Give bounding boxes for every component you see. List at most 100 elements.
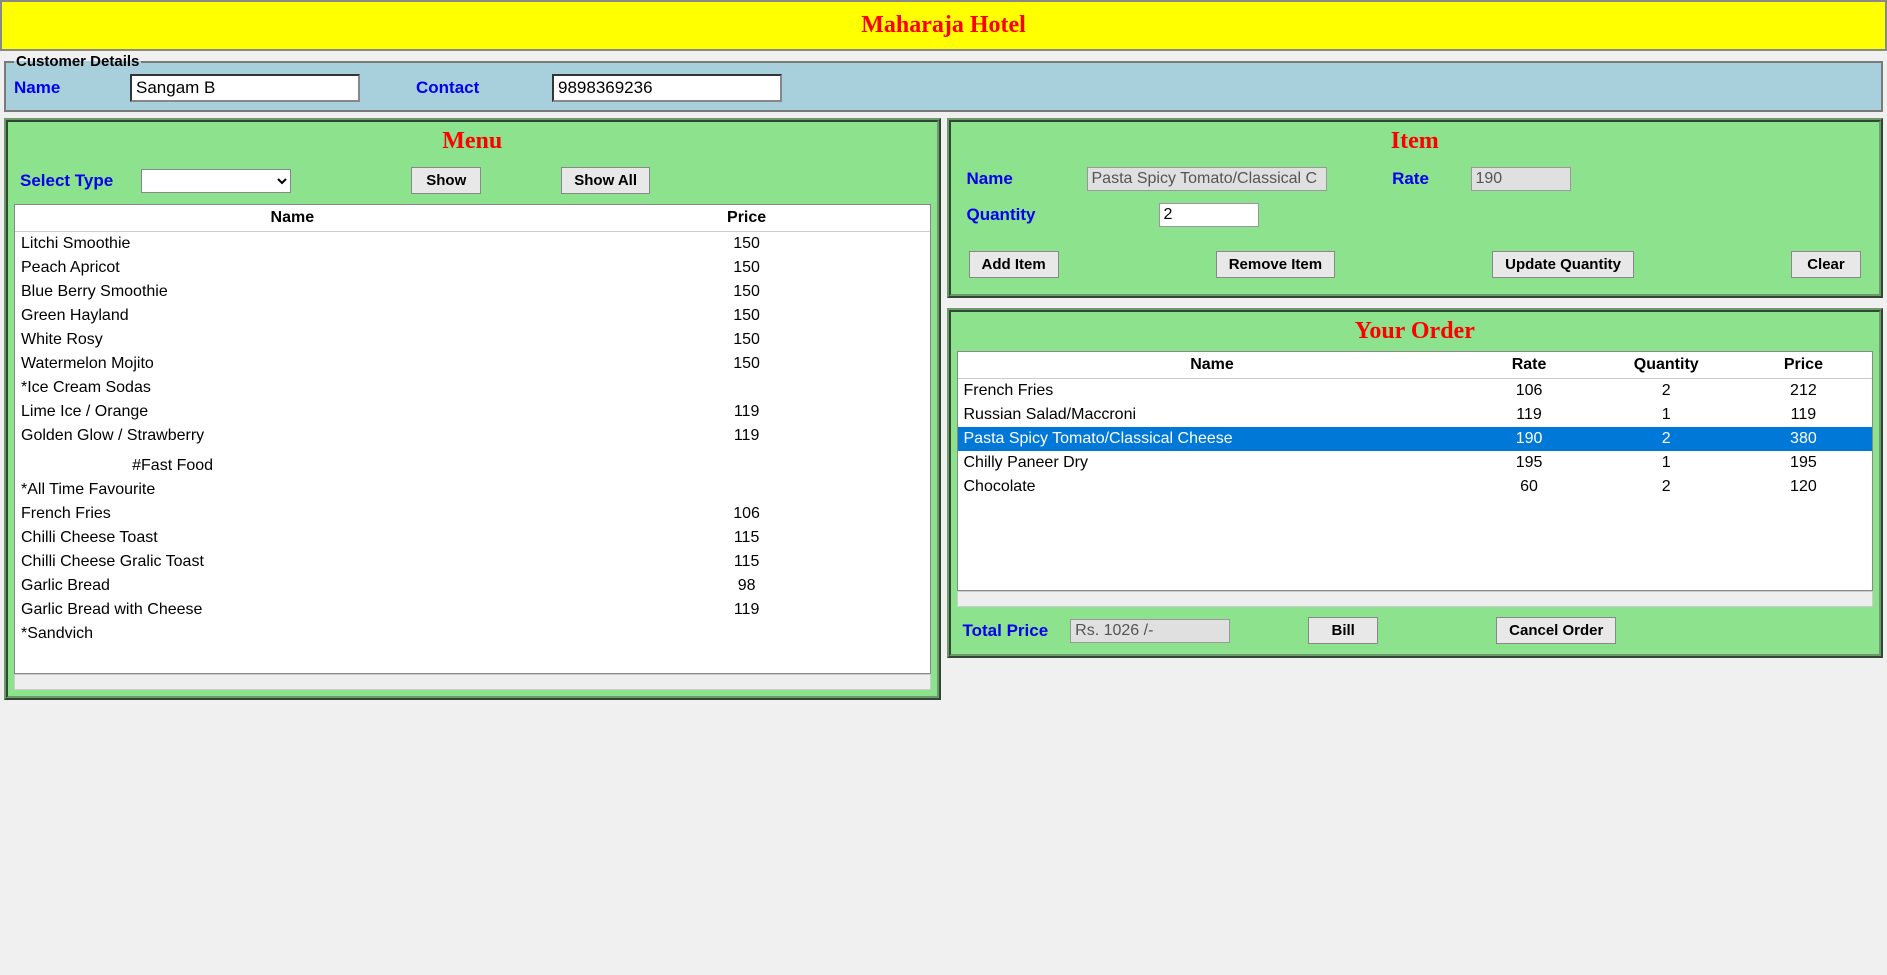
menu-row-price: 150 <box>564 331 930 349</box>
item-rate-field: 190 <box>1471 167 1571 191</box>
menu-row[interactable]: French Fries106 <box>15 502 930 526</box>
order-row-price: 212 <box>1735 382 1872 400</box>
menu-row[interactable]: Blue Berry Smoothie150 <box>15 280 930 304</box>
menu-row-price: 150 <box>564 283 930 301</box>
menu-row-name: *Ice Cream Sodas <box>15 379 564 397</box>
update-quantity-button[interactable]: Update Quantity <box>1492 251 1634 278</box>
app-title: Maharaja Hotel <box>861 12 1026 38</box>
menu-row-name: #Fast Food <box>15 457 564 475</box>
bill-button[interactable]: Bill <box>1308 617 1378 644</box>
app-title-bar: Maharaja Hotel <box>0 0 1887 51</box>
menu-row-name: Peach Apricot <box>15 259 564 277</box>
menu-row[interactable]: Golden Glow / Strawberry119 <box>15 424 930 448</box>
menu-row-name: Golden Glow / Strawberry <box>15 427 564 445</box>
menu-hscroll[interactable] <box>14 674 931 690</box>
menu-title: Menu <box>14 128 931 155</box>
menu-row-price: 98 <box>564 577 930 595</box>
menu-row-name: Garlic Bread <box>15 577 564 595</box>
order-grid[interactable]: Name Rate Quantity Price French Fries106… <box>957 351 1874 591</box>
menu-col-name: Name <box>15 209 564 227</box>
item-rate-label: Rate <box>1371 169 1451 189</box>
item-name-label: Name <box>967 169 1067 189</box>
menu-row-price: 150 <box>564 307 930 325</box>
menu-row-name: Blue Berry Smoothie <box>15 283 564 301</box>
menu-row-name: Green Hayland <box>15 307 564 325</box>
item-panel: Item Name Pasta Spicy Tomato/Classical C… <box>947 118 1884 298</box>
order-row-name: Chilly Paneer Dry <box>958 454 1461 472</box>
menu-row[interactable]: Lime Ice / Orange119 <box>15 400 930 424</box>
customer-contact-input[interactable] <box>552 74 782 102</box>
clear-button[interactable]: Clear <box>1791 251 1861 278</box>
show-button[interactable]: Show <box>411 167 481 194</box>
order-row-name: French Fries <box>958 382 1461 400</box>
order-row-price: 119 <box>1735 406 1872 424</box>
order-row[interactable]: Pasta Spicy Tomato/Classical Cheese19023… <box>958 427 1873 451</box>
menu-row-price: 115 <box>564 553 930 571</box>
order-row-rate: 60 <box>1460 478 1597 496</box>
total-price-label: Total Price <box>963 621 1049 641</box>
menu-grid[interactable]: Name Price Litchi Smoothie150Peach Apric… <box>14 204 931 674</box>
menu-row-name: Chilli Cheese Toast <box>15 529 564 547</box>
menu-row[interactable]: Garlic Bread with Cheese119 <box>15 598 930 622</box>
order-hscroll[interactable] <box>957 591 1874 607</box>
menu-col-price: Price <box>564 209 930 227</box>
order-row-rate: 119 <box>1460 406 1597 424</box>
menu-row[interactable]: Watermelon Mojito150 <box>15 352 930 376</box>
select-type-label: Select Type <box>20 171 113 191</box>
menu-row[interactable]: Chilli Cheese Gralic Toast115 <box>15 550 930 574</box>
order-row[interactable]: French Fries1062212 <box>958 379 1873 403</box>
order-grid-header: Name Rate Quantity Price <box>958 352 1873 379</box>
remove-item-button[interactable]: Remove Item <box>1216 251 1335 278</box>
customer-contact-label: Contact <box>416 78 536 98</box>
order-row-quantity: 2 <box>1598 382 1735 400</box>
menu-row-price <box>564 379 930 397</box>
item-quantity-input[interactable] <box>1159 203 1259 227</box>
select-type-dropdown[interactable] <box>141 169 291 193</box>
menu-row-price: 150 <box>564 235 930 253</box>
customer-details-legend: Customer Details <box>14 53 141 70</box>
menu-row-name: White Rosy <box>15 331 564 349</box>
order-row-quantity: 1 <box>1598 454 1735 472</box>
order-row-name: Russian Salad/Maccroni <box>958 406 1461 424</box>
menu-row[interactable]: *All Time Favourite <box>15 478 930 502</box>
order-row-price: 380 <box>1735 430 1872 448</box>
order-row-quantity: 1 <box>1598 406 1735 424</box>
menu-row-price <box>564 625 930 643</box>
menu-row-price <box>564 481 930 499</box>
menu-row-price: 119 <box>564 601 930 619</box>
menu-panel: Menu Select Type Show Show All Name Pric… <box>4 118 941 700</box>
order-row-quantity: 2 <box>1598 478 1735 496</box>
menu-row[interactable]: Peach Apricot150 <box>15 256 930 280</box>
menu-row[interactable]: #Fast Food <box>15 454 930 478</box>
add-item-button[interactable]: Add Item <box>969 251 1059 278</box>
menu-row-price: 106 <box>564 505 930 523</box>
menu-row-price: 119 <box>564 427 930 445</box>
order-row[interactable]: Russian Salad/Maccroni1191119 <box>958 403 1873 427</box>
menu-row[interactable]: White Rosy150 <box>15 328 930 352</box>
order-row[interactable]: Chocolate602120 <box>958 475 1873 499</box>
order-row-name: Pasta Spicy Tomato/Classical Cheese <box>958 430 1461 448</box>
cancel-order-button[interactable]: Cancel Order <box>1496 617 1616 644</box>
menu-row-name: French Fries <box>15 505 564 523</box>
menu-row[interactable]: *Sandvich <box>15 622 930 646</box>
show-all-button[interactable]: Show All <box>561 167 650 194</box>
customer-name-input[interactable] <box>130 74 360 102</box>
order-col-name: Name <box>958 356 1461 374</box>
item-title: Item <box>957 128 1874 155</box>
menu-row[interactable]: *Ice Cream Sodas <box>15 376 930 400</box>
customer-details-panel: Customer Details Name Contact <box>4 53 1883 112</box>
menu-row-name: Lime Ice / Orange <box>15 403 564 421</box>
menu-row[interactable]: Chilli Cheese Toast115 <box>15 526 930 550</box>
menu-row-name: Chilli Cheese Gralic Toast <box>15 553 564 571</box>
order-row-name: Chocolate <box>958 478 1461 496</box>
order-row[interactable]: Chilly Paneer Dry1951195 <box>958 451 1873 475</box>
menu-row[interactable]: Green Hayland150 <box>15 304 930 328</box>
menu-row-name: Garlic Bread with Cheese <box>15 601 564 619</box>
customer-name-label: Name <box>14 78 114 98</box>
order-row-price: 120 <box>1735 478 1872 496</box>
menu-row-name: *Sandvich <box>15 625 564 643</box>
menu-row[interactable]: Garlic Bread98 <box>15 574 930 598</box>
menu-row[interactable]: Litchi Smoothie150 <box>15 232 930 256</box>
order-row-price: 195 <box>1735 454 1872 472</box>
order-row-rate: 195 <box>1460 454 1597 472</box>
